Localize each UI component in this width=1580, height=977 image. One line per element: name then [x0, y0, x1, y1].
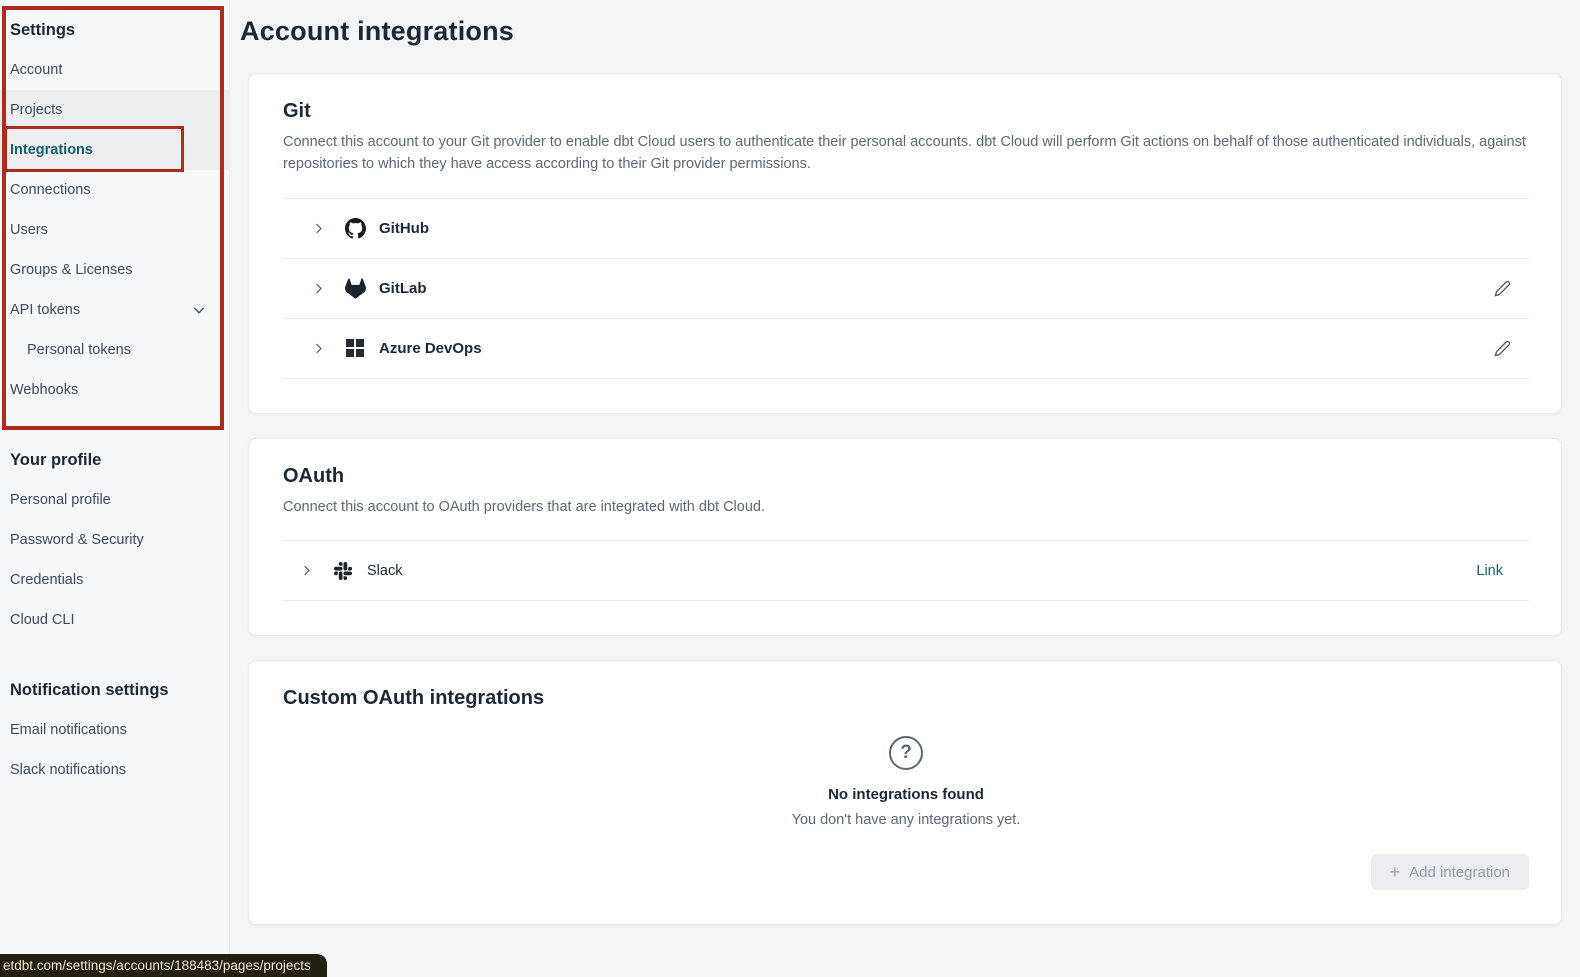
sidebar-item-projects[interactable]: Projects	[0, 90, 229, 130]
question-circle-icon: ?	[889, 736, 923, 770]
sidebar-item-email-notifications[interactable]: Email notifications	[0, 710, 229, 750]
provider-row-github[interactable]: GitHub	[283, 199, 1529, 259]
settings-sidebar: Settings Account Projects Integrations C…	[0, 0, 230, 977]
sidebar-section-title-notification-settings: Notification settings	[0, 670, 229, 710]
provider-name: GitLab	[379, 280, 427, 297]
custom-oauth-section-title: Custom OAuth integrations	[283, 687, 1529, 710]
slack-link-action[interactable]: Link	[1476, 563, 1503, 579]
chevron-right-icon[interactable]	[311, 341, 326, 356]
provider-row-gitlab[interactable]: GitLab	[283, 259, 1529, 319]
sidebar-item-credentials[interactable]: Credentials	[0, 560, 229, 600]
git-section-title: Git	[283, 100, 1529, 123]
sidebar-item-slack-notifications[interactable]: Slack notifications	[0, 750, 229, 790]
empty-state: ? No integrations found You don't have a…	[283, 736, 1529, 828]
status-bar-url: etdbt.com/settings/accounts/188483/pages…	[0, 954, 327, 977]
sidebar-item-label: API tokens	[10, 302, 80, 318]
empty-state-title: No integrations found	[828, 786, 984, 803]
edit-pencil-icon[interactable]	[1490, 276, 1515, 301]
main-content: Account integrations Git Connect this ac…	[230, 0, 1580, 977]
gitlab-icon	[344, 278, 366, 299]
oauth-card: OAuth Connect this account to OAuth prov…	[248, 438, 1562, 637]
sidebar-item-personal-profile[interactable]: Personal profile	[0, 480, 229, 520]
oauth-section-title: OAuth	[283, 465, 1529, 488]
sidebar-item-webhooks[interactable]: Webhooks	[0, 370, 229, 410]
chevron-right-icon[interactable]	[299, 563, 314, 578]
provider-row-slack[interactable]: Slack Link	[283, 541, 1529, 601]
sidebar-item-api-tokens[interactable]: API tokens	[0, 290, 229, 330]
sidebar-item-integrations[interactable]: Integrations	[0, 130, 229, 170]
git-section-description: Connect this account to your Git provide…	[283, 132, 1529, 176]
provider-row-azure-devops[interactable]: Azure DevOps	[283, 319, 1529, 379]
chevron-right-icon[interactable]	[311, 221, 326, 236]
sidebar-item-users[interactable]: Users	[0, 210, 229, 250]
sidebar-item-cloud-cli[interactable]: Cloud CLI	[0, 600, 229, 640]
sidebar-item-groups-licenses[interactable]: Groups & Licenses	[0, 250, 229, 290]
git-provider-list: GitHub GitLab	[283, 198, 1529, 379]
chevron-down-icon	[191, 302, 207, 318]
chevron-right-icon[interactable]	[311, 281, 326, 296]
sidebar-section-title-your-profile: Your profile	[0, 440, 229, 480]
provider-name: Azure DevOps	[379, 340, 482, 357]
custom-oauth-card: Custom OAuth integrations ? No integrati…	[248, 660, 1562, 925]
oauth-provider-list: Slack Link	[283, 540, 1529, 601]
slack-icon	[332, 562, 354, 580]
sidebar-item-personal-tokens[interactable]: Personal tokens	[0, 330, 229, 370]
sidebar-item-account[interactable]: Account	[0, 50, 229, 90]
azure-devops-icon	[344, 339, 366, 357]
oauth-section-description: Connect this account to OAuth providers …	[283, 497, 1529, 519]
edit-pencil-icon[interactable]	[1490, 336, 1515, 361]
sidebar-item-connections[interactable]: Connections	[0, 170, 229, 210]
sidebar-item-password-security[interactable]: Password & Security	[0, 520, 229, 560]
provider-name: Slack	[367, 563, 402, 579]
sidebar-section-title-settings: Settings	[0, 10, 229, 50]
card-footer: + Add integration	[283, 854, 1529, 890]
git-integrations-card: Git Connect this account to your Git pro…	[248, 73, 1562, 414]
github-icon	[344, 218, 366, 239]
add-integration-label: Add integration	[1409, 864, 1510, 881]
empty-state-subtitle: You don't have any integrations yet.	[792, 812, 1021, 828]
add-integration-button[interactable]: + Add integration	[1371, 854, 1529, 890]
page-title: Account integrations	[240, 16, 1562, 47]
plus-icon: +	[1390, 863, 1401, 881]
provider-name: GitHub	[379, 220, 429, 237]
